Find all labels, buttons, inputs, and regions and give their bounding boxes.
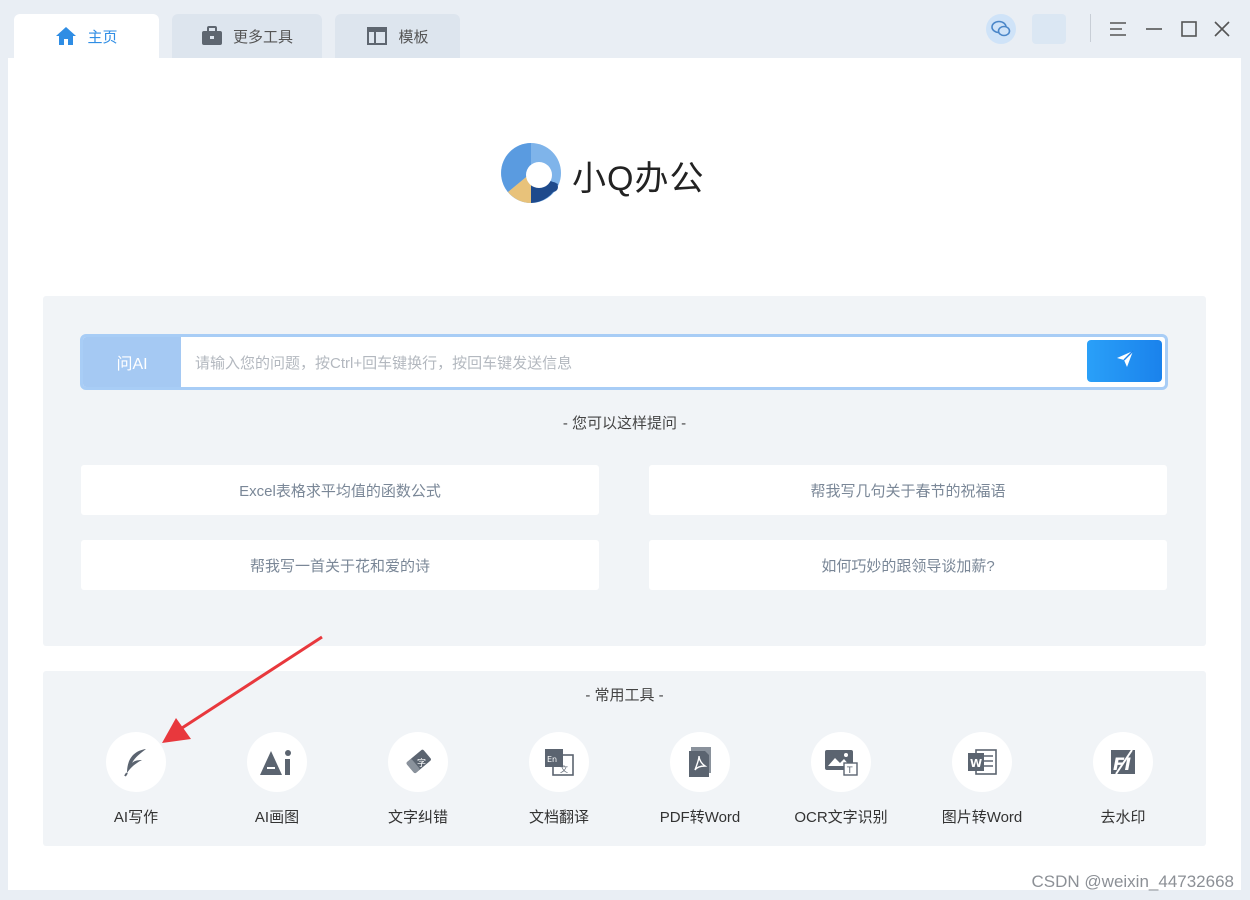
brand-name: 小Q办公 bbox=[572, 160, 705, 198]
divider bbox=[1090, 14, 1091, 42]
tab-label: 更多工具 bbox=[232, 28, 293, 46]
close-icon[interactable] bbox=[1208, 14, 1236, 44]
suggestion-item[interactable]: 帮我写几句关于春节的祝福语 bbox=[649, 465, 1167, 515]
ask-ai-bar: 问AI bbox=[80, 334, 1168, 390]
avatar[interactable] bbox=[1032, 14, 1066, 44]
eraser-icon: 字 bbox=[388, 732, 448, 792]
tool-label: OCR文字识别 bbox=[794, 809, 888, 826]
svg-text:文: 文 bbox=[560, 764, 568, 774]
suggestion-item[interactable]: 如何巧妙的跟领导谈加薪? bbox=[649, 540, 1167, 590]
csdn-watermark: CSDN @weixin_44732668 bbox=[1031, 872, 1234, 891]
briefcase-icon bbox=[201, 25, 223, 47]
home-icon bbox=[55, 25, 77, 47]
ai-paint-icon bbox=[247, 732, 307, 792]
maximize-icon[interactable] bbox=[1175, 14, 1203, 44]
suggestion-item[interactable]: 帮我写一首关于花和爱的诗 bbox=[81, 540, 599, 590]
tool-label: AI写作 bbox=[113, 809, 159, 826]
ocr-icon: T bbox=[811, 732, 871, 792]
tool-remove-watermark[interactable]: FI 去水印 bbox=[1063, 732, 1183, 827]
tool-label: 文档翻译 bbox=[528, 809, 589, 826]
tool-label: 文字纠错 bbox=[387, 809, 448, 826]
tool-doc-translate[interactable]: En 文 文档翻译 bbox=[499, 732, 619, 827]
question-input[interactable] bbox=[193, 343, 1077, 383]
tools-title: - 常用工具 - bbox=[585, 687, 664, 704]
suggestions-title: - 您可以这样提问 - bbox=[562, 415, 687, 432]
tool-label: 去水印 bbox=[1100, 809, 1146, 826]
tool-ocr[interactable]: T OCR文字识别 bbox=[781, 732, 901, 827]
tool-label: 图片转Word bbox=[941, 809, 1023, 826]
tool-ai-paint[interactable]: AI画图 bbox=[217, 732, 337, 827]
tool-text-correction[interactable]: 字 文字纠错 bbox=[358, 732, 478, 827]
svg-text:T: T bbox=[846, 766, 853, 776]
app-logo: 小Q办公 bbox=[500, 142, 704, 209]
tab-label: 主页 bbox=[87, 28, 118, 46]
send-button[interactable] bbox=[1087, 340, 1162, 382]
feather-icon bbox=[106, 732, 166, 792]
send-icon bbox=[1115, 349, 1135, 374]
tool-pdf-to-word[interactable]: PDF转Word bbox=[640, 732, 760, 827]
minimize-icon[interactable] bbox=[1140, 14, 1168, 44]
tool-image-to-word[interactable]: W 图片转Word bbox=[922, 732, 1042, 827]
q-logo-icon bbox=[500, 142, 562, 209]
tab-more-tools[interactable]: 更多工具 bbox=[172, 14, 322, 58]
tool-ai-writing[interactable]: AI写作 bbox=[76, 732, 196, 827]
translate-icon: En 文 bbox=[529, 732, 589, 792]
tab-home[interactable]: 主页 bbox=[14, 14, 159, 58]
template-icon bbox=[366, 25, 388, 47]
word-icon: W bbox=[952, 732, 1012, 792]
svg-text:W: W bbox=[970, 757, 982, 770]
tool-label: PDF转Word bbox=[659, 809, 741, 826]
suggestion-item[interactable]: Excel表格求平均值的函数公式 bbox=[81, 465, 599, 515]
ask-ai-label: 问AI bbox=[83, 337, 181, 387]
tab-label: 模板 bbox=[398, 28, 429, 46]
wechat-icon[interactable] bbox=[986, 14, 1016, 44]
tool-label: AI画图 bbox=[254, 809, 300, 826]
tab-templates[interactable]: 模板 bbox=[335, 14, 460, 58]
watermark-remove-icon: FI bbox=[1093, 732, 1153, 792]
svg-text:En: En bbox=[547, 755, 557, 764]
title-bar: 主页 更多工具 模板 bbox=[0, 0, 1250, 58]
svg-text:字: 字 bbox=[417, 757, 426, 769]
menu-icon[interactable] bbox=[1104, 14, 1132, 44]
pdf-icon bbox=[670, 732, 730, 792]
